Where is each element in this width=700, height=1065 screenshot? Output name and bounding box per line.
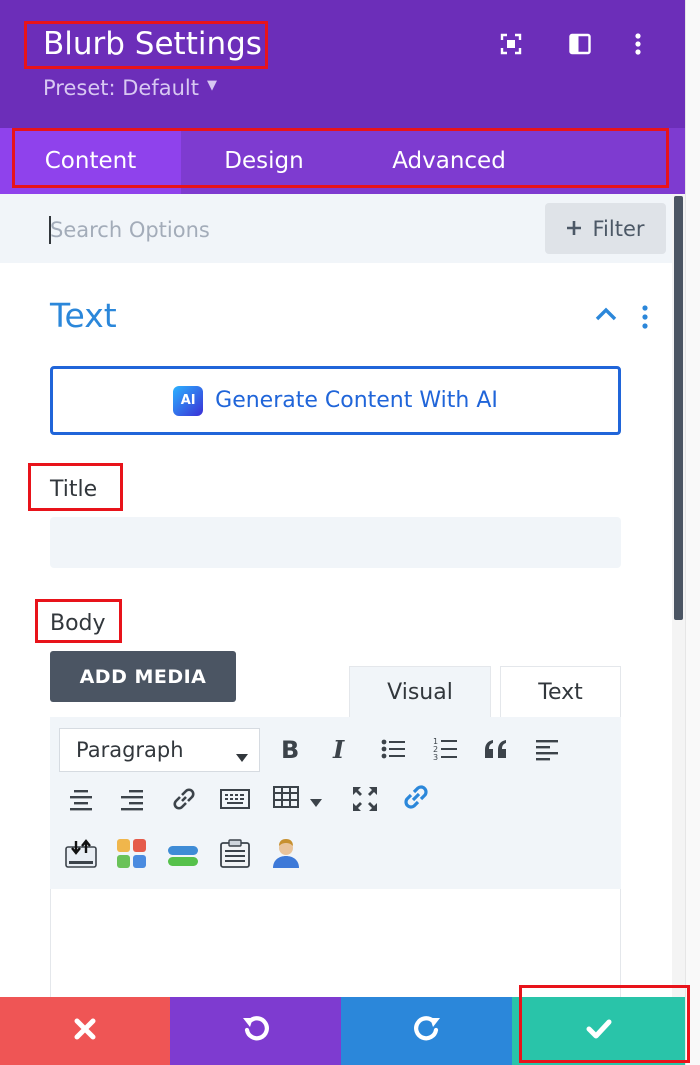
bold-icon[interactable]: B — [274, 733, 306, 765]
chevron-up-icon[interactable] — [594, 306, 618, 326]
caret-down-icon: ▼ — [206, 78, 217, 93]
svg-text:B: B — [281, 737, 299, 761]
title-highlight-box — [24, 21, 268, 69]
more-options-icon[interactable] — [624, 30, 652, 58]
text-cursor — [49, 216, 51, 244]
tab-content[interactable]: Content — [0, 128, 181, 194]
bullet-list-icon[interactable] — [377, 733, 409, 765]
title-field[interactable] — [50, 517, 621, 568]
scrollbar-thumb[interactable] — [674, 196, 683, 620]
link-blue-icon[interactable] — [400, 781, 432, 813]
redo-button[interactable] — [341, 997, 512, 1065]
close-icon — [74, 1018, 96, 1044]
format-select-value: Paragraph — [76, 738, 184, 762]
add-media-button[interactable]: ADD MEDIA — [50, 651, 236, 702]
svg-text:3: 3 — [433, 753, 438, 762]
align-center-icon[interactable] — [65, 783, 97, 815]
fullscreen-icon[interactable] — [497, 30, 525, 58]
settings-tabs: Content Design Advanced — [0, 128, 685, 194]
title-field-label: Title — [50, 477, 98, 502]
caret-down-icon — [235, 744, 249, 768]
blockquote-icon[interactable] — [481, 733, 513, 765]
fullscreen-icon[interactable] — [349, 783, 381, 815]
generate-ai-label: Generate Content With AI — [215, 388, 498, 413]
save-button[interactable] — [512, 997, 685, 1065]
table-icon[interactable] — [270, 781, 302, 813]
preset-label: Preset: Default — [43, 76, 199, 100]
page-gutter — [685, 0, 700, 1065]
svg-text:I: I — [332, 737, 345, 761]
user-icon[interactable] — [270, 838, 302, 870]
table-dropdown-icon[interactable] — [306, 787, 326, 819]
ai-icon: AI — [173, 385, 204, 416]
clipboard-icon[interactable] — [219, 838, 251, 870]
link-icon[interactable] — [168, 783, 200, 815]
tab-visual[interactable]: Visual — [349, 666, 491, 718]
italic-icon[interactable]: I — [325, 733, 357, 765]
filter-label: Filter — [592, 216, 645, 241]
cancel-button[interactable] — [0, 997, 170, 1065]
checkmark-icon — [586, 1019, 612, 1043]
split-view-icon[interactable] — [566, 30, 594, 58]
body-field-label: Body — [50, 611, 106, 636]
section-title[interactable]: Text — [50, 294, 117, 338]
undo-icon — [242, 1015, 270, 1047]
section-options-icon[interactable] — [640, 304, 650, 334]
redo-icon — [413, 1015, 441, 1047]
generate-ai-button[interactable]: AI Generate Content With AI — [50, 366, 621, 435]
align-left-icon[interactable] — [531, 733, 563, 765]
keyboard-icon[interactable] — [219, 783, 251, 815]
action-bar — [0, 997, 685, 1065]
import-icon[interactable] — [65, 838, 97, 870]
filter-button[interactable]: Filter — [545, 203, 666, 254]
numbered-list-icon[interactable]: 1 2 3 — [429, 733, 461, 765]
format-select[interactable]: Paragraph — [59, 728, 260, 772]
colored-grid-icon[interactable] — [116, 838, 148, 870]
undo-button[interactable] — [170, 997, 341, 1065]
body-editor[interactable] — [50, 889, 621, 1009]
tab-design[interactable]: Design — [181, 128, 347, 194]
tab-text[interactable]: Text — [500, 666, 621, 718]
colored-bars-icon[interactable] — [167, 840, 199, 872]
search-input[interactable] — [50, 212, 490, 248]
tab-advanced[interactable]: Advanced — [347, 128, 551, 194]
align-right-icon[interactable] — [116, 783, 148, 815]
plus-icon — [566, 217, 582, 241]
preset-selector[interactable]: Preset: Default ▼ — [43, 74, 217, 103]
